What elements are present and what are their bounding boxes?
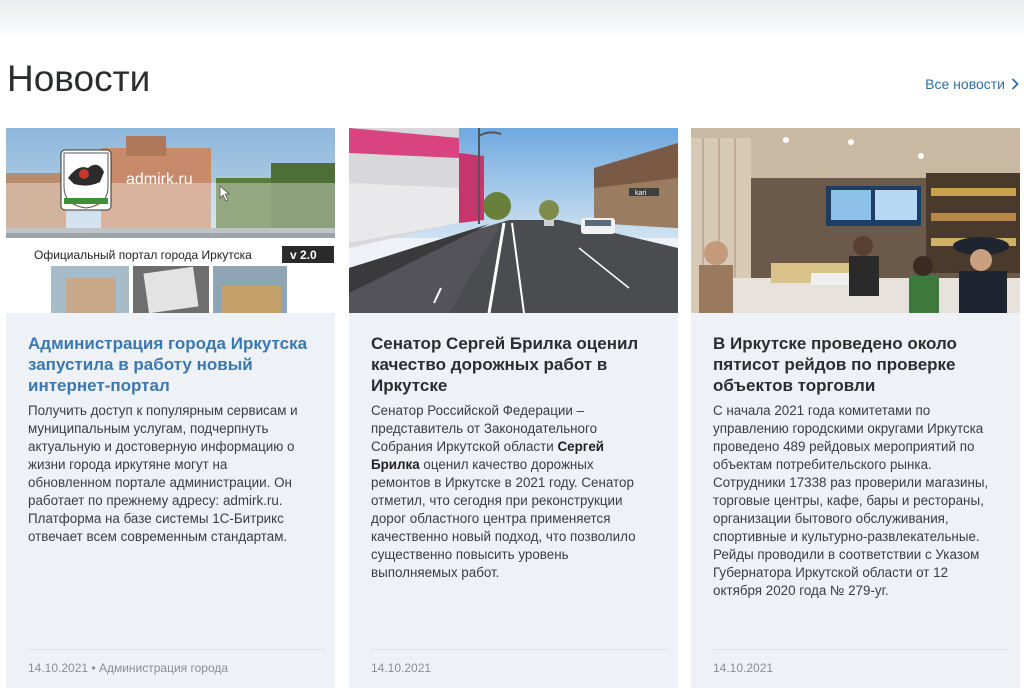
news-card[interactable]: kari Сенатор Сергей Брилка оценил качест… <box>349 128 678 688</box>
news-cards: admirk.ru Официальный портал города Ирку… <box>6 128 1020 688</box>
news-image-store[interactable] <box>691 128 1020 313</box>
news-meta: 14.10.2021 <box>371 649 668 675</box>
news-card[interactable]: admirk.ru Официальный портал города Ирку… <box>6 128 335 688</box>
meta-separator: • <box>88 661 99 675</box>
news-image-portal[interactable]: admirk.ru Официальный портал города Ирку… <box>6 128 335 313</box>
road-photo: kari <box>349 128 678 313</box>
all-news-label: Все новости <box>925 76 1005 92</box>
news-title[interactable]: Администрация города Иркутска запустила … <box>28 333 313 396</box>
news-date: 14.10.2021 <box>371 661 432 675</box>
news-title[interactable]: Сенатор Сергей Брилка оценил качество до… <box>371 333 656 396</box>
portal-caption: Официальный портал города Иркутска <box>34 248 252 262</box>
news-excerpt: С начала 2021 года комитетами по управле… <box>713 403 989 598</box>
all-news-link[interactable]: Все новости <box>925 76 1019 92</box>
news-meta: 14.10.2021 • Администрация города <box>28 649 325 675</box>
portal-banner-image: admirk.ru Официальный портал города Ирку… <box>6 128 335 313</box>
top-shadow <box>0 0 1024 40</box>
news-title[interactable]: В Иркутске проведено около пятисот рейдо… <box>713 333 998 396</box>
excerpt-part: оценил качество дорожных ремонтов в Ирку… <box>371 457 636 580</box>
news-card[interactable]: В Иркутске проведено около пятисот рейдо… <box>691 128 1020 688</box>
news-date: 14.10.2021 <box>28 661 89 675</box>
news-meta: 14.10.2021 <box>713 649 1010 675</box>
news-excerpt: Сенатор Российской Федерации – представи… <box>371 402 656 582</box>
chevron-right-icon <box>1011 78 1019 90</box>
storefront-sign: kari <box>635 190 647 197</box>
news-source: Администрация города <box>98 661 229 675</box>
version-label: v 2.0 <box>290 248 317 262</box>
site-label: admirk.ru <box>126 171 193 188</box>
news-excerpt: Получить доступ к популярным сервисам и … <box>28 403 298 544</box>
store-inspection-photo <box>691 128 1020 313</box>
news-date: 14.10.2021 <box>713 661 774 675</box>
page-title: Новости <box>7 58 151 99</box>
news-header: Новости Все новости <box>7 56 1019 106</box>
news-image-road[interactable]: kari <box>349 128 678 313</box>
